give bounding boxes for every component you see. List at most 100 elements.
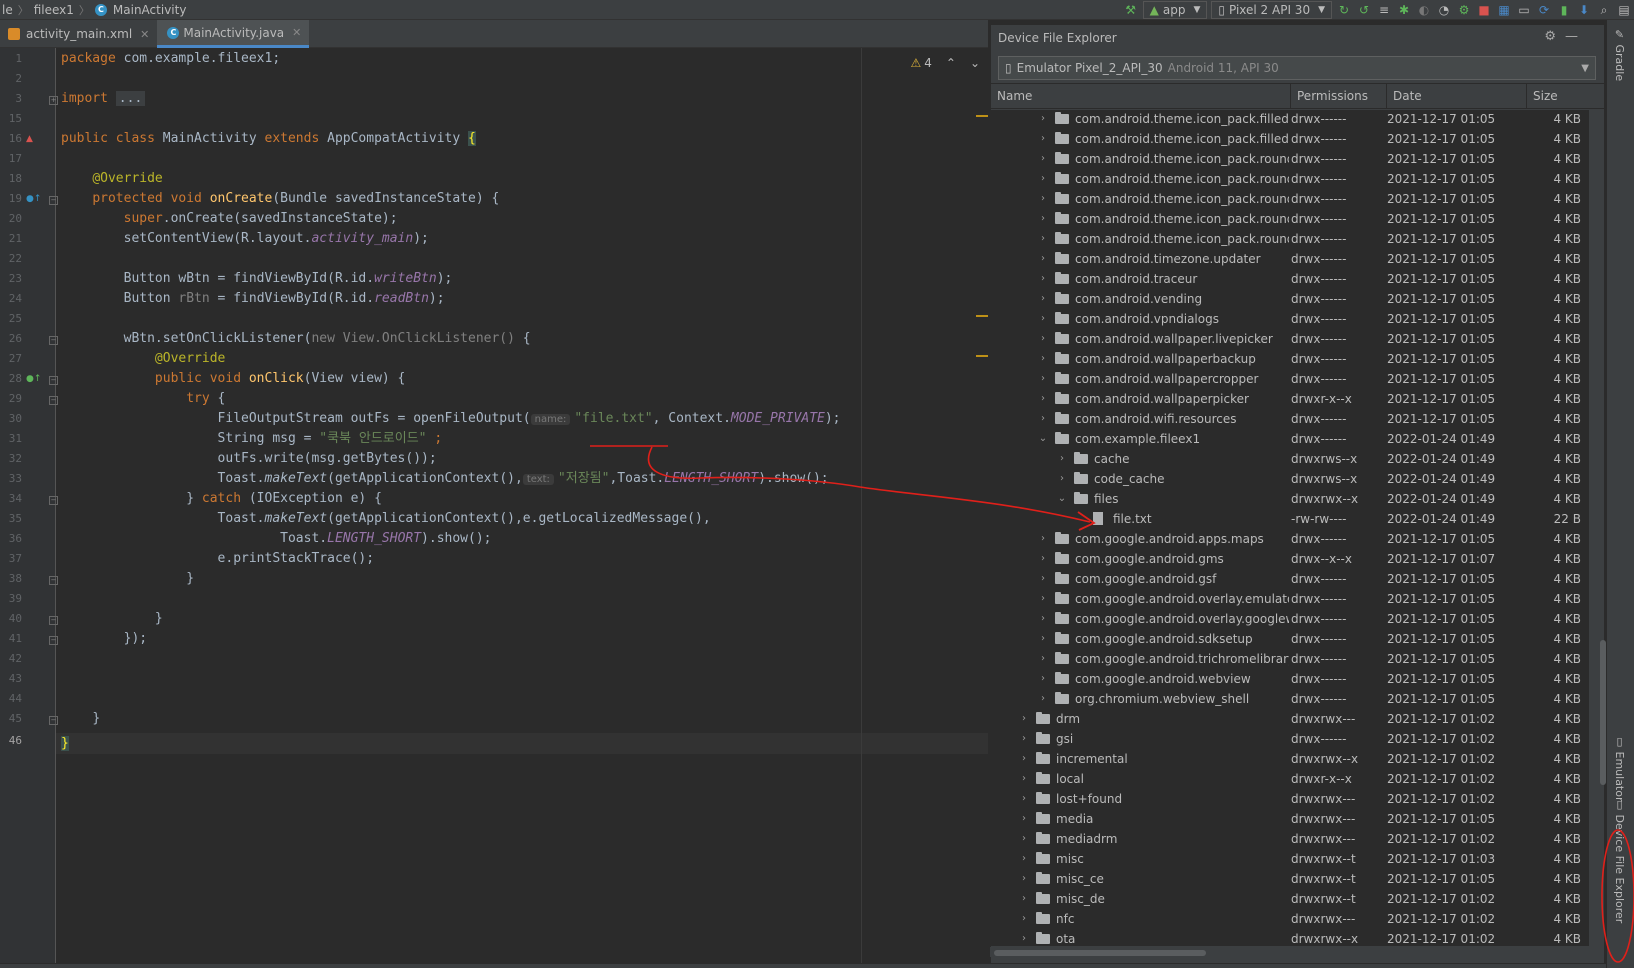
- list-icon[interactable]: ≡: [1374, 0, 1394, 20]
- coverage-icon[interactable]: ◐: [1414, 0, 1434, 20]
- project-structure-icon[interactable]: ▦: [1494, 0, 1514, 20]
- chevron-right-icon[interactable]: ›: [1018, 749, 1030, 769]
- fold-icon[interactable]: −: [49, 636, 58, 645]
- chevron-right-icon[interactable]: ›: [1056, 469, 1068, 489]
- chevron-down-icon[interactable]: ⌄: [1037, 429, 1049, 449]
- breadcrumb-item-class[interactable]: MainActivity: [111, 3, 189, 17]
- settings-icon[interactable]: ▤: [1614, 0, 1634, 20]
- file-tree-row[interactable]: › com.android.vpndialogs drwx------ 2021-12…: [991, 309, 1589, 329]
- fold-icon[interactable]: −: [49, 396, 58, 405]
- chevron-right-icon[interactable]: ›: [1037, 209, 1049, 229]
- chevron-right-icon[interactable]: ›: [1018, 789, 1030, 809]
- chevron-right-icon[interactable]: ›: [1018, 829, 1030, 849]
- file-tree-row[interactable]: › nfc drwxrwx--- 2021-12-17 01:02 4 KB: [991, 909, 1589, 929]
- file-tree-row[interactable]: › com.android.theme.icon_pack.rounded.the…: [991, 229, 1589, 249]
- fold-icon[interactable]: +: [49, 96, 58, 105]
- apply-changes-icon[interactable]: ↻: [1334, 0, 1354, 20]
- device-select[interactable]: ▯ Pixel 2 API 30 ▼: [1211, 1, 1332, 19]
- file-tree-row[interactable]: › com.android.theme.icon_pack.rounded.and…: [991, 149, 1589, 169]
- device-combobox[interactable]: ▯ Emulator Pixel_2_API_30 Android 11, AP…: [998, 56, 1596, 80]
- override-marker-icon[interactable]: ●↑: [26, 194, 41, 204]
- file-tree-row[interactable]: › drm drwxrwx--- 2021-12-17 01:02 4 KB: [991, 709, 1589, 729]
- inspection-widget[interactable]: ⚠ 4 ⌃ ⌄: [910, 56, 980, 70]
- chevron-right-icon[interactable]: ›: [1037, 189, 1049, 209]
- chevron-right-icon[interactable]: ›: [1037, 169, 1049, 189]
- chevron-right-icon[interactable]: ›: [1037, 629, 1049, 649]
- chevron-right-icon[interactable]: ›: [1037, 149, 1049, 169]
- chevron-right-icon[interactable]: ›: [1018, 909, 1030, 929]
- file-tree-row[interactable]: › com.android.timezone.updater drwx------ 2…: [991, 249, 1589, 269]
- chevron-right-icon[interactable]: ›: [1037, 269, 1049, 289]
- file-tree-row[interactable]: › com.android.theme.icon_pack.filled.syst…: [991, 110, 1589, 129]
- file-tree-row[interactable]: › local drwxr-x--x 2021-12-17 01:02 4 KB: [991, 769, 1589, 789]
- file-tree-row[interactable]: › com.google.android.apps.maps drwx------ 2…: [991, 529, 1589, 549]
- file-tree-row[interactable]: › com.android.wallpaper.livepicker drwx---…: [991, 329, 1589, 349]
- file-tree-row[interactable]: › com.google.android.overlay.googlewebvie…: [991, 609, 1589, 629]
- side-tab-device-file-explorer[interactable]: ▯ Device File Explorer: [1613, 798, 1626, 923]
- chevron-right-icon[interactable]: ›: [1037, 669, 1049, 689]
- chevron-right-icon[interactable]: ›: [1037, 249, 1049, 269]
- chevron-right-icon[interactable]: ›: [1037, 569, 1049, 589]
- minimize-icon[interactable]: —: [1565, 29, 1578, 44]
- side-tab-emulator[interactable]: ▯ Emulator: [1613, 735, 1626, 802]
- file-tree-row[interactable]: › incremental drwxrwx--x 2021-12-17 01:02 4 …: [991, 749, 1589, 769]
- build-hammer-icon[interactable]: ⚒: [1121, 0, 1141, 20]
- chevron-right-icon[interactable]: ›: [1018, 709, 1030, 729]
- profile-icon[interactable]: ◔: [1434, 0, 1454, 20]
- file-tree-row[interactable]: › code_cache drwxrws--x 2022-01-24 01:49 4 K…: [991, 469, 1589, 489]
- file-tree-row[interactable]: › misc_de drwxrwx--t 2021-12-17 01:02 4 KB: [991, 889, 1589, 909]
- chevron-right-icon[interactable]: ›: [1037, 309, 1049, 329]
- chevron-right-icon[interactable]: ›: [1018, 869, 1030, 889]
- folded-imports[interactable]: ...: [115, 91, 146, 106]
- file-tree-row[interactable]: › media drwxrwx--- 2021-12-17 01:05 4 KB: [991, 809, 1589, 829]
- fold-icon[interactable]: −: [49, 716, 58, 725]
- warning-stripe-mark[interactable]: [976, 115, 988, 117]
- file-tree-row[interactable]: › mediadrm drwxrwx--- 2021-12-17 01:02 4 KB: [991, 829, 1589, 849]
- implement-marker-icon[interactable]: ●↑: [26, 374, 41, 384]
- tab-activity-main-xml[interactable]: activity_main.xml ✕: [0, 20, 157, 48]
- file-tree-row[interactable]: file.txt -rw-rw---- 2022-01-24 01:49 22 B: [991, 509, 1589, 529]
- code-text[interactable]: package com.example.fileex1; import ... …: [61, 48, 861, 963]
- debug-icon[interactable]: ✱: [1394, 0, 1414, 20]
- file-tree-row[interactable]: › ota drwxrwx--x 2021-12-17 01:02 4 KB: [991, 929, 1589, 946]
- sdk-manager-icon[interactable]: ⬇: [1574, 0, 1594, 20]
- file-tree-row[interactable]: › com.google.android.trichromelibrary_410…: [991, 649, 1589, 669]
- breadcrumb-item-project[interactable]: fileex1: [32, 3, 76, 17]
- code-editor[interactable]: 1 2 3 15 16 17 18 19 20 21 22 23 24 25 2…: [0, 48, 988, 963]
- file-tree-row[interactable]: › lost+found drwxrwx--- 2021-12-17 01:02 4 K…: [991, 789, 1589, 809]
- chevron-right-icon[interactable]: ›: [1018, 849, 1030, 869]
- chevron-right-icon[interactable]: ›: [1018, 929, 1030, 946]
- close-icon[interactable]: ✕: [140, 28, 149, 41]
- horizontal-scrollbar[interactable]: [994, 950, 1206, 956]
- class-hierarchy-icon[interactable]: ▲: [26, 134, 33, 144]
- file-tree-row[interactable]: › com.android.traceur drwx------ 2021-12-17…: [991, 269, 1589, 289]
- file-tree-row[interactable]: › com.google.android.overlay.emulatorgmsc…: [991, 589, 1589, 609]
- layout-inspector-icon[interactable]: ▭: [1514, 0, 1534, 20]
- column-header-size[interactable]: Size: [1527, 83, 1605, 109]
- chevron-right-icon[interactable]: ›: [1037, 409, 1049, 429]
- file-tree-row[interactable]: › com.android.theme.icon_pack.filled.them…: [991, 129, 1589, 149]
- file-tree[interactable]: › com.android.theme.icon_pack.filled.syst…: [991, 110, 1589, 946]
- file-tree-row[interactable]: › com.android.theme.icon_pack.rounded.lau…: [991, 169, 1589, 189]
- chevron-right-icon[interactable]: ›: [1037, 589, 1049, 609]
- chevron-right-icon[interactable]: ›: [1037, 229, 1049, 249]
- chevron-down-icon[interactable]: ⌄: [1056, 489, 1068, 509]
- fold-icon[interactable]: −: [49, 336, 58, 345]
- chevron-right-icon[interactable]: ›: [1037, 689, 1049, 709]
- chevron-right-icon[interactable]: ›: [1018, 729, 1030, 749]
- file-tree-row[interactable]: › com.android.theme.icon_pack.rounded.set…: [991, 189, 1589, 209]
- file-tree-row[interactable]: › gsi drwx------ 2021-12-17 01:02 4 KB: [991, 729, 1589, 749]
- column-header-date[interactable]: Date: [1387, 83, 1527, 109]
- file-tree-row[interactable]: › com.android.theme.icon_pack.rounded.sys…: [991, 209, 1589, 229]
- attach-debugger-icon[interactable]: ⚙: [1454, 0, 1474, 20]
- warning-stripe-mark[interactable]: [976, 315, 988, 317]
- chevron-down-icon[interactable]: ⌄: [970, 56, 980, 70]
- fold-icon[interactable]: −: [49, 376, 58, 385]
- file-tree-row[interactable]: › com.android.wallpaperpicker drwxr-x--x 20…: [991, 389, 1589, 409]
- breadcrumb-item-module[interactable]: le: [0, 3, 15, 17]
- chevron-right-icon[interactable]: ›: [1056, 449, 1068, 469]
- file-tree-row[interactable]: › misc drwxrwx--t 2021-12-17 01:03 4 KB: [991, 849, 1589, 869]
- stop-icon[interactable]: ■: [1474, 0, 1494, 20]
- search-icon[interactable]: ⌕: [1594, 0, 1614, 20]
- file-tree-row[interactable]: › com.android.wallpaperbackup drwx------ 20…: [991, 349, 1589, 369]
